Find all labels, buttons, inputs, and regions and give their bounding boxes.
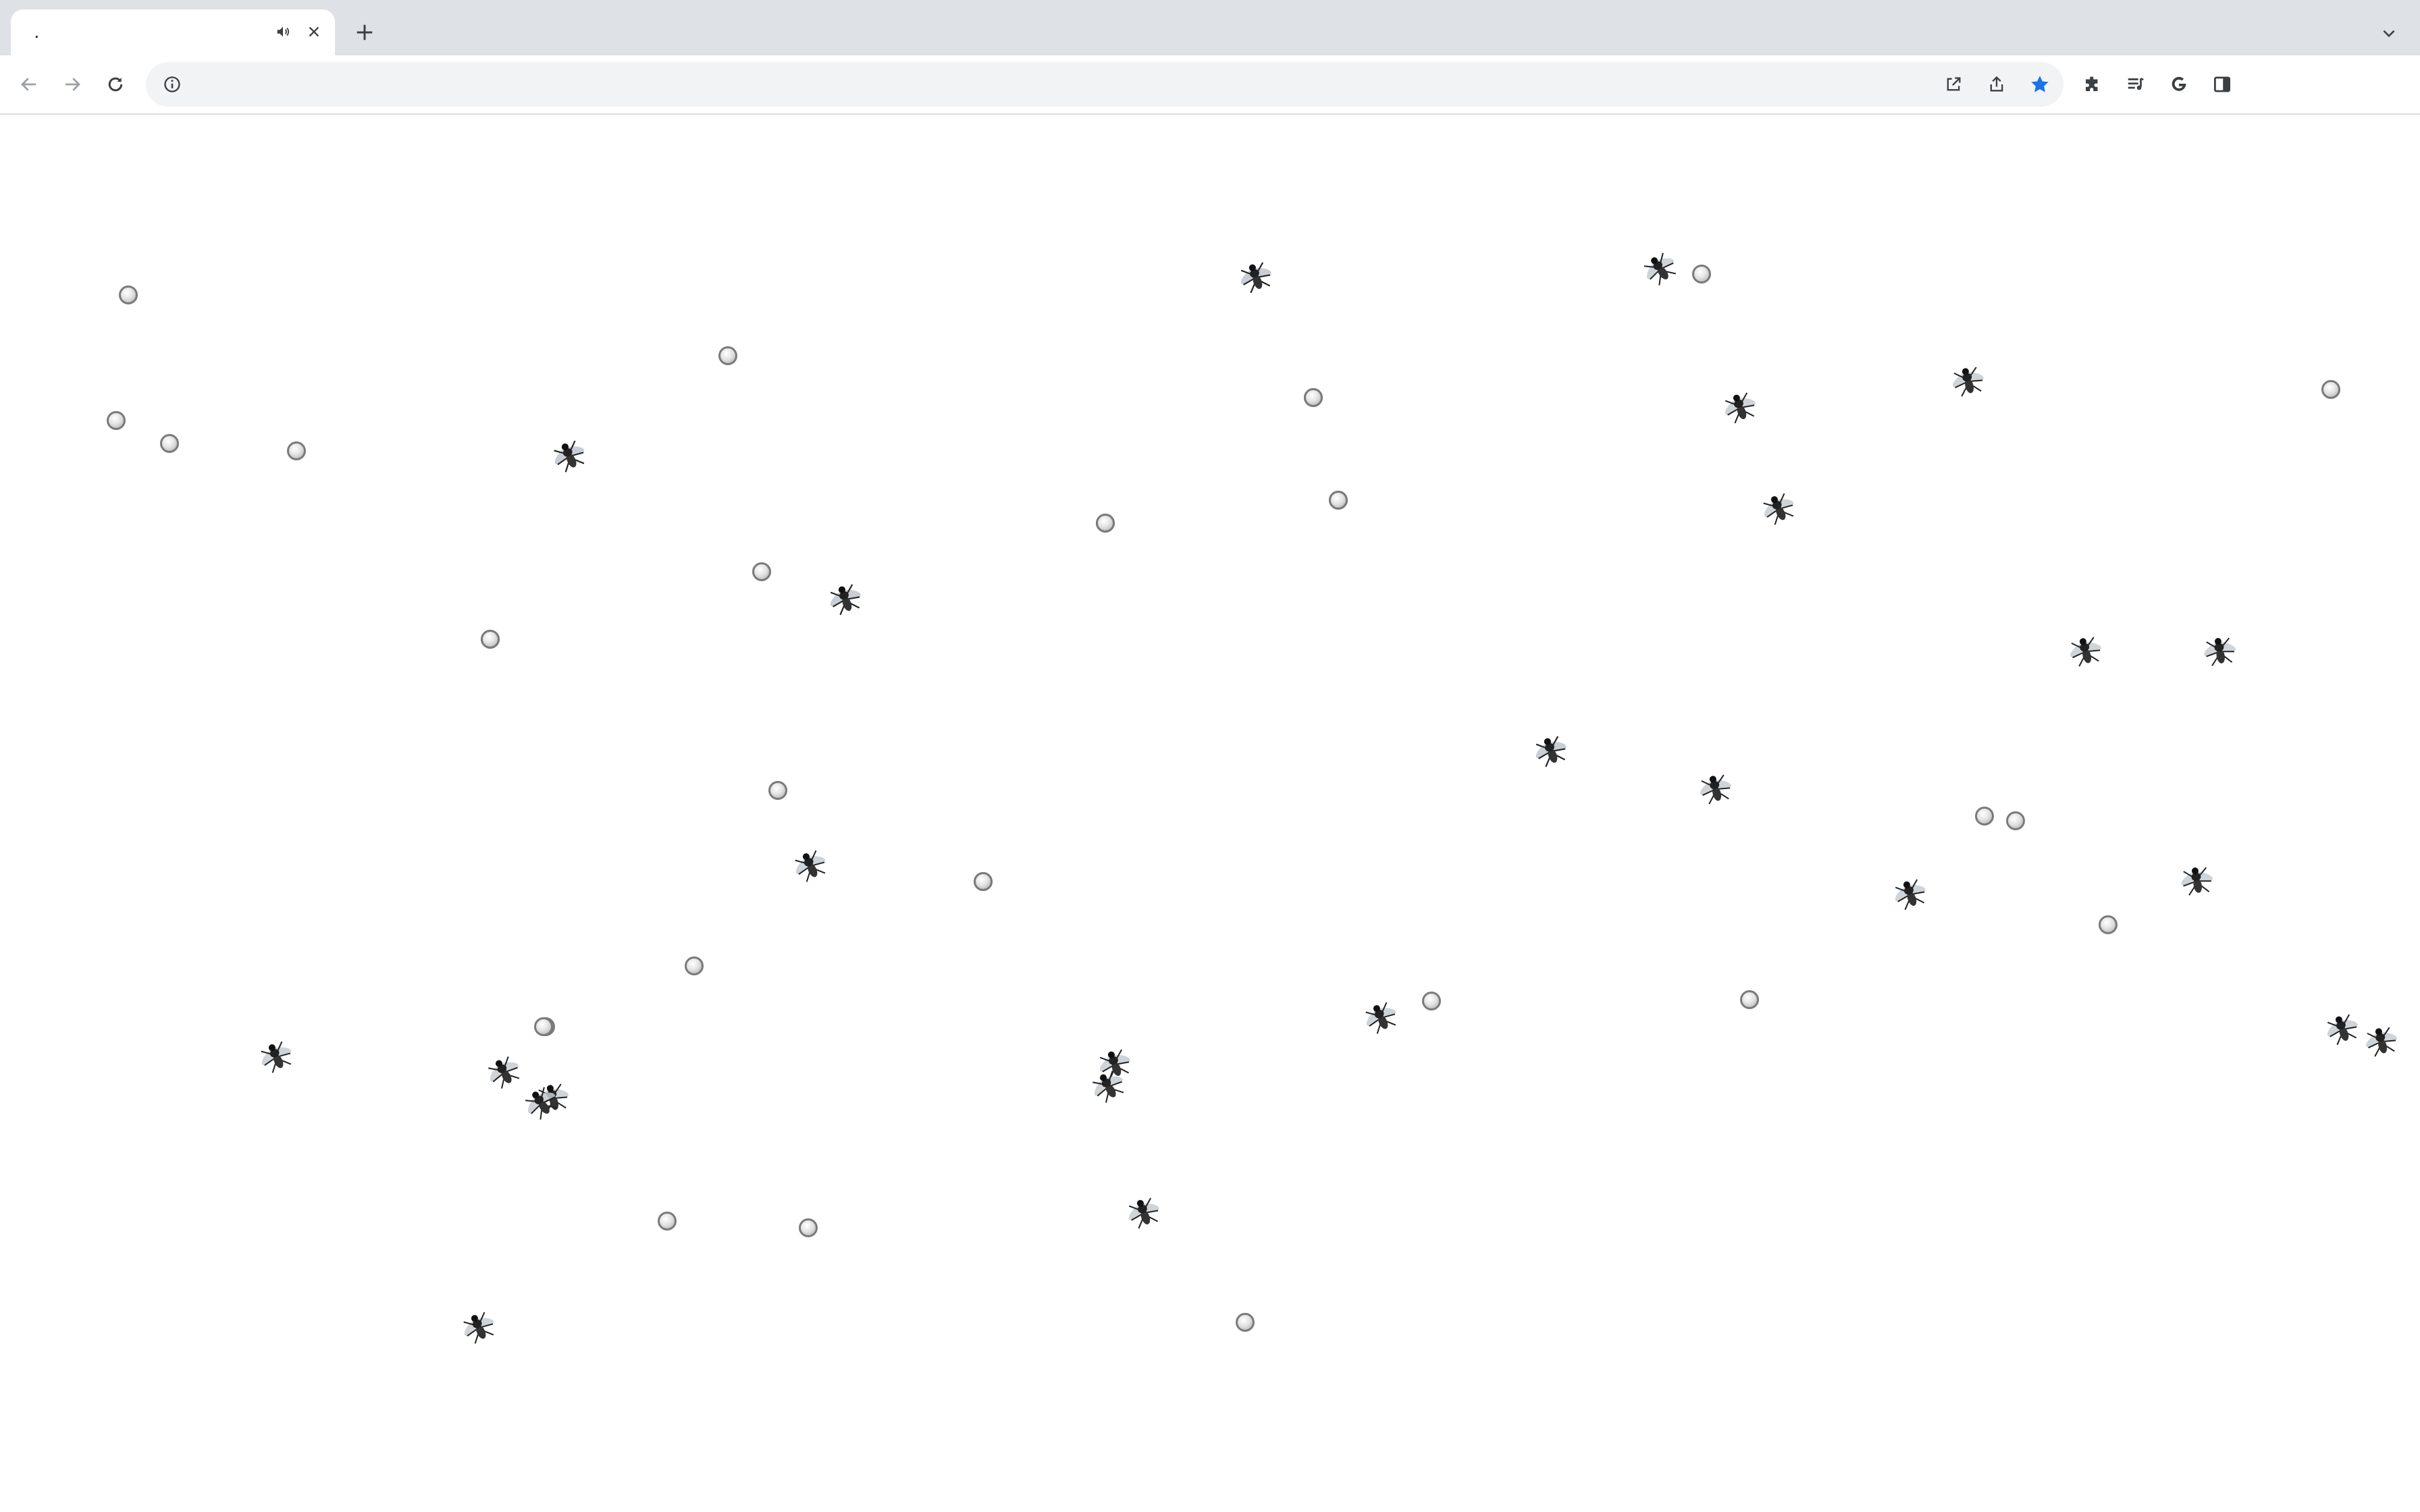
ball[interactable] <box>1422 992 1441 1010</box>
media-queue-icon[interactable] <box>2120 69 2151 100</box>
fly[interactable] <box>2178 860 2215 898</box>
fly[interactable] <box>826 578 864 616</box>
fly[interactable] <box>1640 248 1678 286</box>
fly[interactable] <box>2066 630 2104 668</box>
reload-icon[interactable] <box>100 69 131 100</box>
tab-title: ․ <box>34 22 40 42</box>
fly[interactable] <box>1531 730 1569 768</box>
google-icon[interactable] <box>2163 69 2194 100</box>
ball[interactable] <box>1975 807 1994 826</box>
fly[interactable] <box>2201 630 2238 668</box>
ball[interactable] <box>534 1017 553 1036</box>
ball[interactable] <box>2321 380 2340 399</box>
browser-toolbar <box>0 55 2420 115</box>
ball[interactable] <box>1692 265 1711 284</box>
fly[interactable] <box>1236 256 1274 294</box>
fly[interactable] <box>1720 387 1758 425</box>
ball[interactable] <box>2099 915 2118 934</box>
fly[interactable] <box>1949 360 1987 398</box>
ball[interactable] <box>799 1218 818 1237</box>
ball[interactable] <box>1740 990 1759 1009</box>
fly[interactable] <box>1361 997 1399 1035</box>
fly[interactable] <box>1696 768 1734 806</box>
fly[interactable] <box>1759 488 1797 526</box>
ball[interactable] <box>1304 388 1323 407</box>
fly[interactable] <box>791 845 828 883</box>
ball[interactable] <box>160 434 179 453</box>
ball[interactable] <box>2006 811 2025 830</box>
fly[interactable] <box>459 1307 497 1345</box>
ball[interactable] <box>287 441 306 460</box>
info-icon[interactable] <box>157 69 188 100</box>
fly[interactable] <box>521 1083 559 1120</box>
fly[interactable] <box>1891 873 1928 911</box>
fly[interactable] <box>1088 1066 1126 1104</box>
close-icon[interactable] <box>302 20 325 43</box>
speaker-icon[interactable] <box>271 20 294 43</box>
ball[interactable] <box>1329 491 1348 510</box>
page-canvas[interactable] <box>0 115 2420 1512</box>
tab-strip: ․ <box>0 0 2420 55</box>
extensions-puzzle-icon[interactable] <box>2077 69 2108 100</box>
chevron-down-icon[interactable] <box>2375 20 2402 47</box>
open-in-app-icon[interactable] <box>1938 69 1969 100</box>
ball[interactable] <box>1236 1313 1255 1332</box>
ball[interactable] <box>752 562 771 581</box>
share-icon[interactable] <box>1981 69 2012 100</box>
ball[interactable] <box>685 956 704 975</box>
fly[interactable] <box>2323 1008 2361 1046</box>
ball[interactable] <box>658 1212 677 1231</box>
forward-arrow-icon[interactable] <box>57 69 88 100</box>
fly[interactable] <box>1124 1192 1162 1230</box>
fly[interactable] <box>2362 1021 2400 1058</box>
fly[interactable] <box>484 1052 522 1089</box>
ball[interactable] <box>768 781 787 800</box>
active-tab[interactable]: ․ <box>11 9 335 55</box>
ball[interactable] <box>718 346 737 365</box>
fly[interactable] <box>257 1036 294 1074</box>
ball[interactable] <box>119 286 138 304</box>
ball[interactable] <box>107 411 126 430</box>
bookmark-star-icon[interactable] <box>2024 69 2055 100</box>
fly[interactable] <box>550 435 587 473</box>
address-input[interactable] <box>200 73 1931 97</box>
plus-icon[interactable] <box>351 19 378 46</box>
ball[interactable] <box>974 872 993 891</box>
side-panel-icon[interactable] <box>2207 69 2238 100</box>
address-bar[interactable] <box>146 62 2063 107</box>
ball[interactable] <box>481 630 500 649</box>
back-arrow-icon[interactable] <box>14 69 45 100</box>
ball[interactable] <box>1096 514 1115 533</box>
